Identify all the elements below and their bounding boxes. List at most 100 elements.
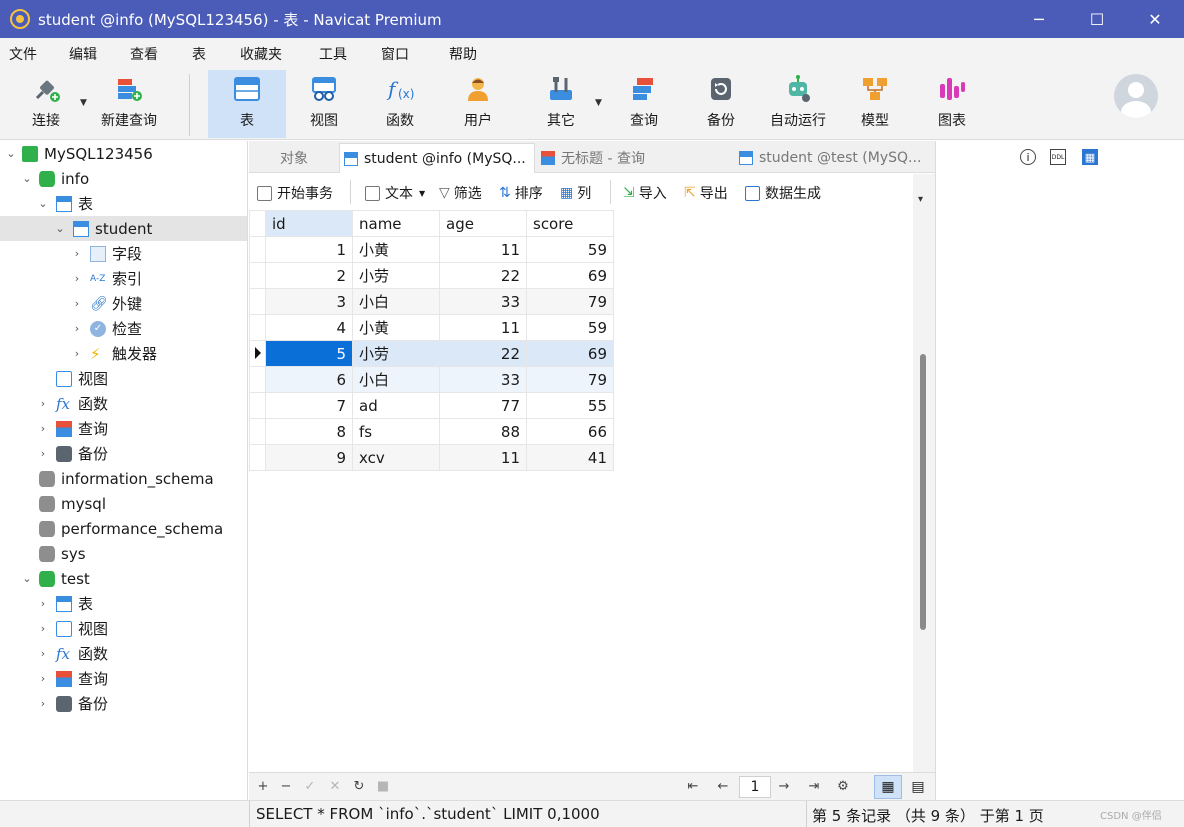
tree-item-db-performance-schema[interactable]: performance_schema [0,516,247,541]
grid-view-icon[interactable]: ▦ [1082,149,1098,165]
tree-item-student[interactable]: ⌄ student [0,216,247,241]
cell-name[interactable]: 小黄 [352,314,440,341]
refresh-icon[interactable]: ↻ [351,778,367,794]
tree-item-test-functions[interactable]: › fx 函数 [0,641,247,666]
cell-score[interactable]: 66 [526,418,614,445]
chevron-right-icon[interactable]: › [36,622,50,636]
chevron-right-icon[interactable]: › [70,322,84,336]
chevron-right-icon[interactable]: › [70,272,84,286]
cell-age[interactable]: 11 [439,444,527,471]
cell-score[interactable]: 79 [526,366,614,393]
tab-student-test[interactable]: student @test (MySQ... [735,143,933,173]
cell-name[interactable]: 小劳 [352,340,440,367]
page-number-input[interactable]: 1 [739,776,771,798]
chevron-down-icon[interactable]: ⌄ [53,222,67,236]
table-row[interactable]: 8 fs 88 66 [249,418,614,445]
cell-id[interactable]: 1 [265,236,353,263]
delete-record-icon[interactable]: − [278,778,294,794]
tree-item-views[interactable]: 视图 [0,366,247,391]
chevron-right-icon[interactable]: › [36,597,50,611]
export-button[interactable]: ⇱ 导出 [684,182,728,204]
chart-button[interactable]: 图表 [924,70,980,138]
tree-item-test-backups[interactable]: › 备份 [0,691,247,716]
tab-objects[interactable]: 对象 [249,143,339,173]
tree-item-connection[interactable]: ⌄ MySQL123456 [0,141,247,166]
chevron-right-icon[interactable]: › [36,697,50,711]
cell-score[interactable]: 59 [526,236,614,263]
next-page-icon[interactable]: → [776,778,792,794]
chevron-right-icon[interactable]: › [36,672,50,686]
last-page-icon[interactable]: ⇥ [806,778,822,794]
table-button[interactable]: 表 [208,70,286,138]
gear-icon[interactable]: ⚙ [835,778,851,794]
cell-age[interactable]: 22 [439,262,527,289]
tree-item-db-test[interactable]: ⌄ test [0,566,247,591]
cell-name[interactable]: 小黄 [352,236,440,263]
backup-button[interactable]: 备份 [693,70,749,138]
chevron-right-icon[interactable]: › [70,297,84,311]
tree-item-db-mysql[interactable]: mysql [0,491,247,516]
cell-age[interactable]: 88 [439,418,527,445]
cell-age[interactable]: 33 [439,288,527,315]
tree-item-test-views[interactable]: › 视图 [0,616,247,641]
row-marker[interactable] [249,366,266,393]
connect-dropdown-icon[interactable]: ▼ [80,98,87,108]
cell-age[interactable]: 11 [439,236,527,263]
chevron-down-icon[interactable]: ⌄ [4,147,18,161]
other-dropdown-icon[interactable]: ▼ [595,98,602,108]
table-row[interactable]: 6 小白 33 79 [249,366,614,393]
row-marker[interactable] [249,314,266,341]
import-button[interactable]: ⇲ 导入 [623,182,667,204]
cell-score[interactable]: 55 [526,392,614,419]
tree-item-functions[interactable]: › fx 函数 [0,391,247,416]
stop-icon[interactable]: ■ [375,778,391,794]
user-avatar[interactable] [1114,74,1158,118]
other-button[interactable]: 其它 [533,70,589,138]
tree-item-backups[interactable]: › 备份 [0,441,247,466]
row-marker[interactable] [249,236,266,263]
maximize-button[interactable]: ☐ [1068,0,1126,38]
cell-name[interactable]: fs [352,418,440,445]
cell-id[interactable]: 5 [265,340,353,367]
tree-item-checks[interactable]: › ✓ 检查 [0,316,247,341]
scrollbar-thumb[interactable] [920,354,926,630]
column-header-name[interactable]: name [352,210,440,237]
cell-score[interactable]: 69 [526,262,614,289]
chevron-right-icon[interactable]: › [36,447,50,461]
close-button[interactable]: ✕ [1126,0,1184,38]
cell-name[interactable]: xcv [352,444,440,471]
chevron-right-icon[interactable]: › [70,347,84,361]
begin-transaction-button[interactable]: 开始事务 [257,182,333,204]
menu-edit[interactable]: 编辑 [69,44,97,64]
tree-item-test-queries[interactable]: › 查询 [0,666,247,691]
tree-item-db-info[interactable]: ⌄ info [0,166,247,191]
row-marker[interactable] [249,444,266,471]
tab-student-info[interactable]: student @info (MySQ... [339,143,535,173]
chevron-down-icon[interactable]: ⌄ [36,197,50,211]
chevron-down-icon[interactable]: ⌄ [20,572,34,586]
menu-table[interactable]: 表 [192,44,206,64]
chevron-right-icon[interactable]: › [70,247,84,261]
ddl-icon[interactable]: DDL [1050,149,1066,165]
table-row[interactable]: 7 ad 77 55 [249,392,614,419]
columns-button[interactable]: ▦ 列 [560,182,591,204]
cell-id[interactable]: 8 [265,418,353,445]
first-page-icon[interactable]: ⇤ [685,778,701,794]
cell-score[interactable]: 79 [526,288,614,315]
table-row[interactable]: 1 小黄 11 59 [249,236,614,263]
table-row[interactable]: 3 小白 33 79 [249,288,614,315]
add-record-icon[interactable]: + [255,778,271,794]
minimize-button[interactable]: ─ [1010,0,1068,38]
table-row[interactable]: 2 小劳 22 69 [249,262,614,289]
tree-item-db-information-schema[interactable]: information_schema [0,466,247,491]
automation-button[interactable]: 自动运行 [764,70,832,138]
cell-id[interactable]: 9 [265,444,353,471]
scroll-down-arrow-icon[interactable]: ▾ [918,194,923,205]
cell-score[interactable]: 69 [526,340,614,367]
tab-untitled-query[interactable]: 无标题 - 查询 [537,143,733,173]
data-generation-button[interactable]: 数据生成 [745,182,821,204]
tree-item-foreign-keys[interactable]: › 🔗︎ 外键 [0,291,247,316]
table-row[interactable]: 4 小黄 11 59 [249,314,614,341]
cell-id[interactable]: 7 [265,392,353,419]
filter-button[interactable]: ▽ 筛选 [439,182,482,204]
